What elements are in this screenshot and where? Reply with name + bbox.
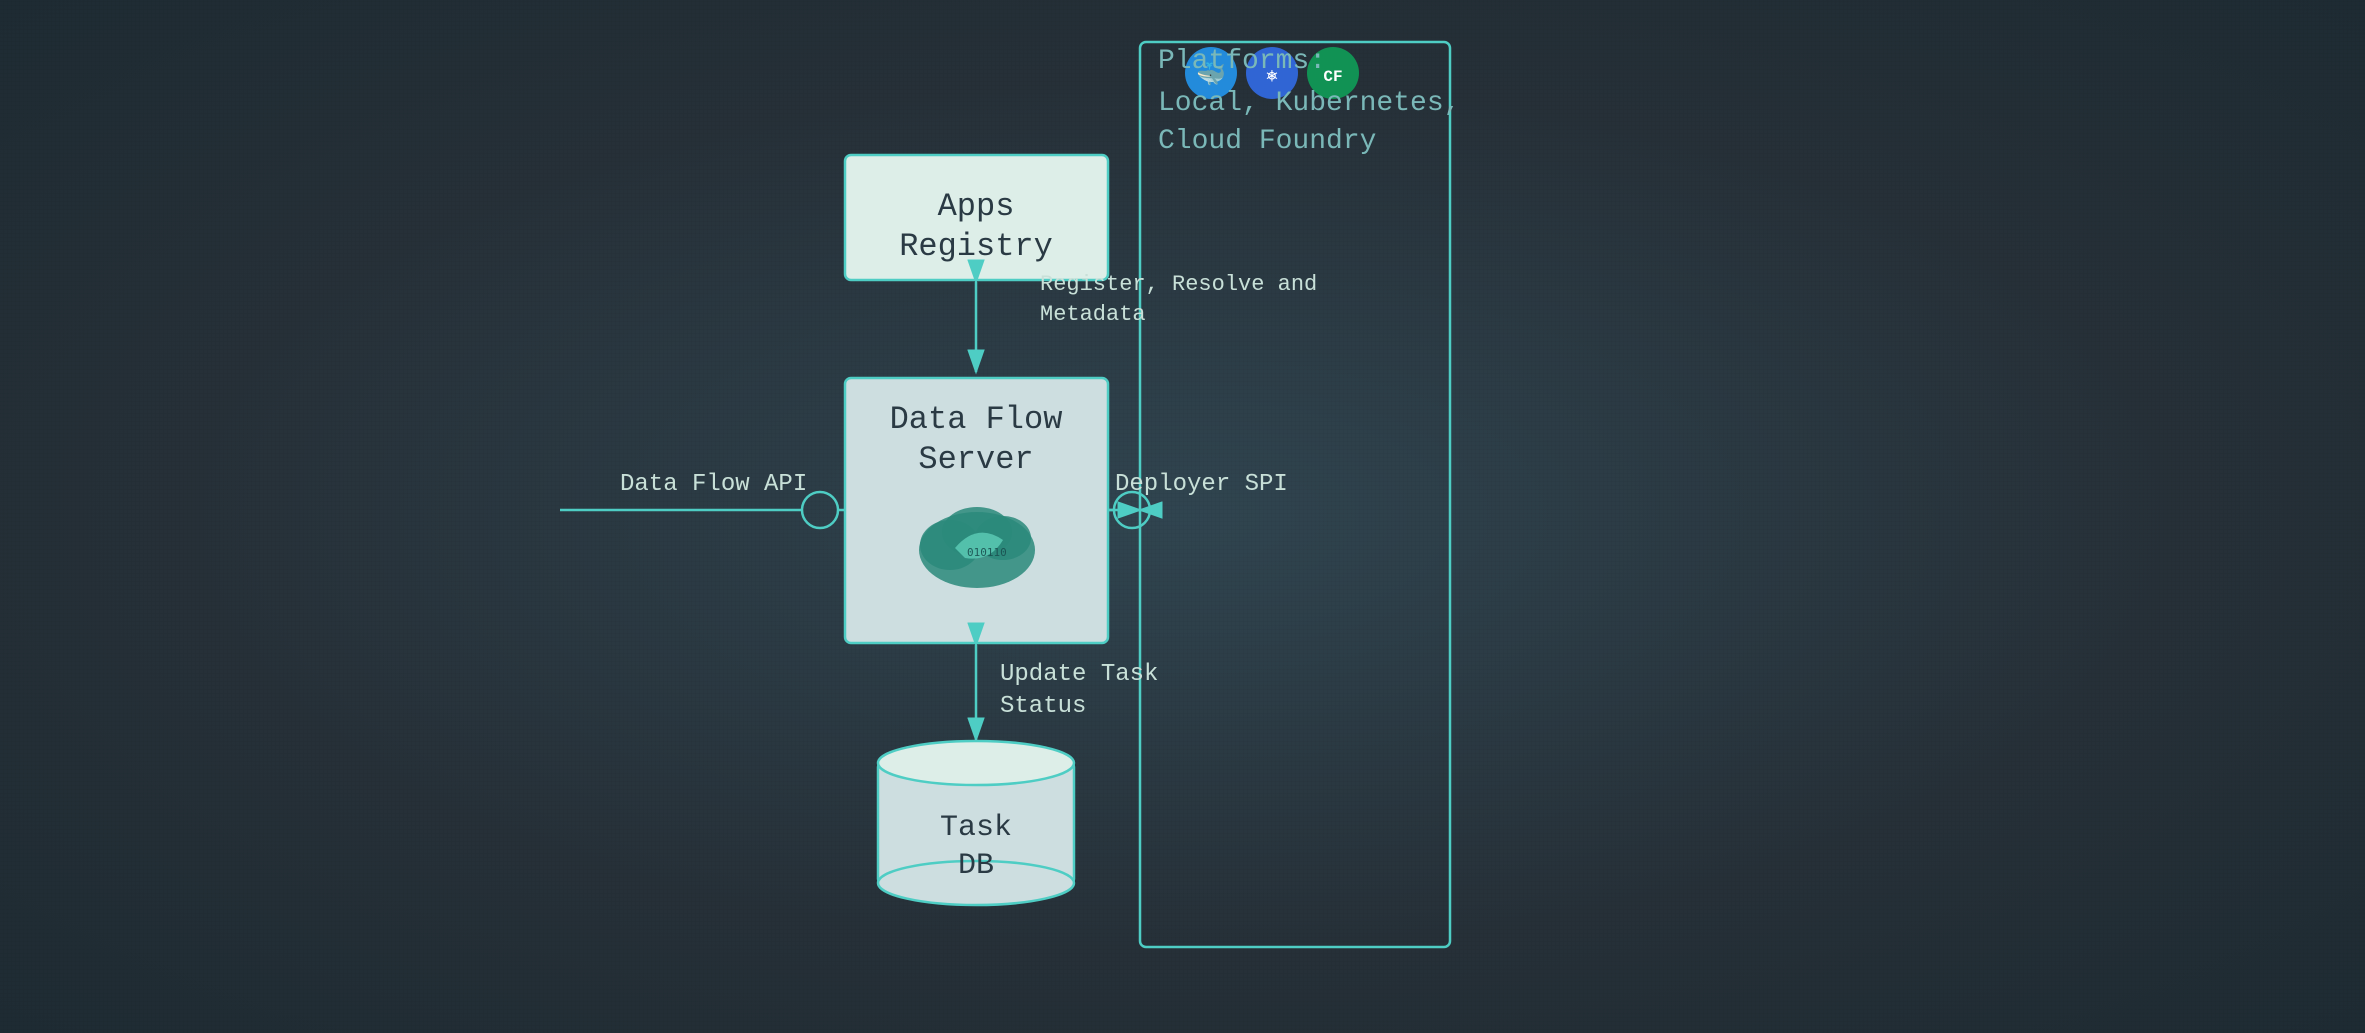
svg-text:Data Flow API: Data Flow API xyxy=(620,471,807,498)
svg-text:Data Flow: Data Flow xyxy=(890,401,1063,438)
svg-text:Apps: Apps xyxy=(938,188,1015,225)
svg-text:Local, Kubernetes,: Local, Kubernetes, xyxy=(1158,88,1460,119)
svg-text:Status: Status xyxy=(1000,693,1086,720)
svg-text:DB: DB xyxy=(958,849,994,883)
svg-text:Metadata: Metadata xyxy=(1040,302,1146,327)
svg-text:Cloud Foundry: Cloud Foundry xyxy=(1158,126,1376,157)
svg-text:Task: Task xyxy=(940,811,1012,845)
svg-text:Register, Resolve and: Register, Resolve and xyxy=(1040,272,1317,297)
svg-text:Registry: Registry xyxy=(899,228,1053,265)
svg-text:Server: Server xyxy=(918,441,1033,478)
svg-text:Platforms:: Platforms: xyxy=(1158,46,1326,77)
diagram-svg: 🐳 ⎈ CF Platforms: Local, Kubernetes, Clo… xyxy=(0,0,2365,1033)
svg-text:CF: CF xyxy=(1323,68,1342,86)
svg-text:Deployer SPI: Deployer SPI xyxy=(1115,471,1288,498)
svg-text:Update Task: Update Task xyxy=(1000,661,1158,688)
diagram-container: 🐳 ⎈ CF Platforms: Local, Kubernetes, Clo… xyxy=(0,0,2365,1033)
svg-text:010110: 010110 xyxy=(967,546,1007,559)
